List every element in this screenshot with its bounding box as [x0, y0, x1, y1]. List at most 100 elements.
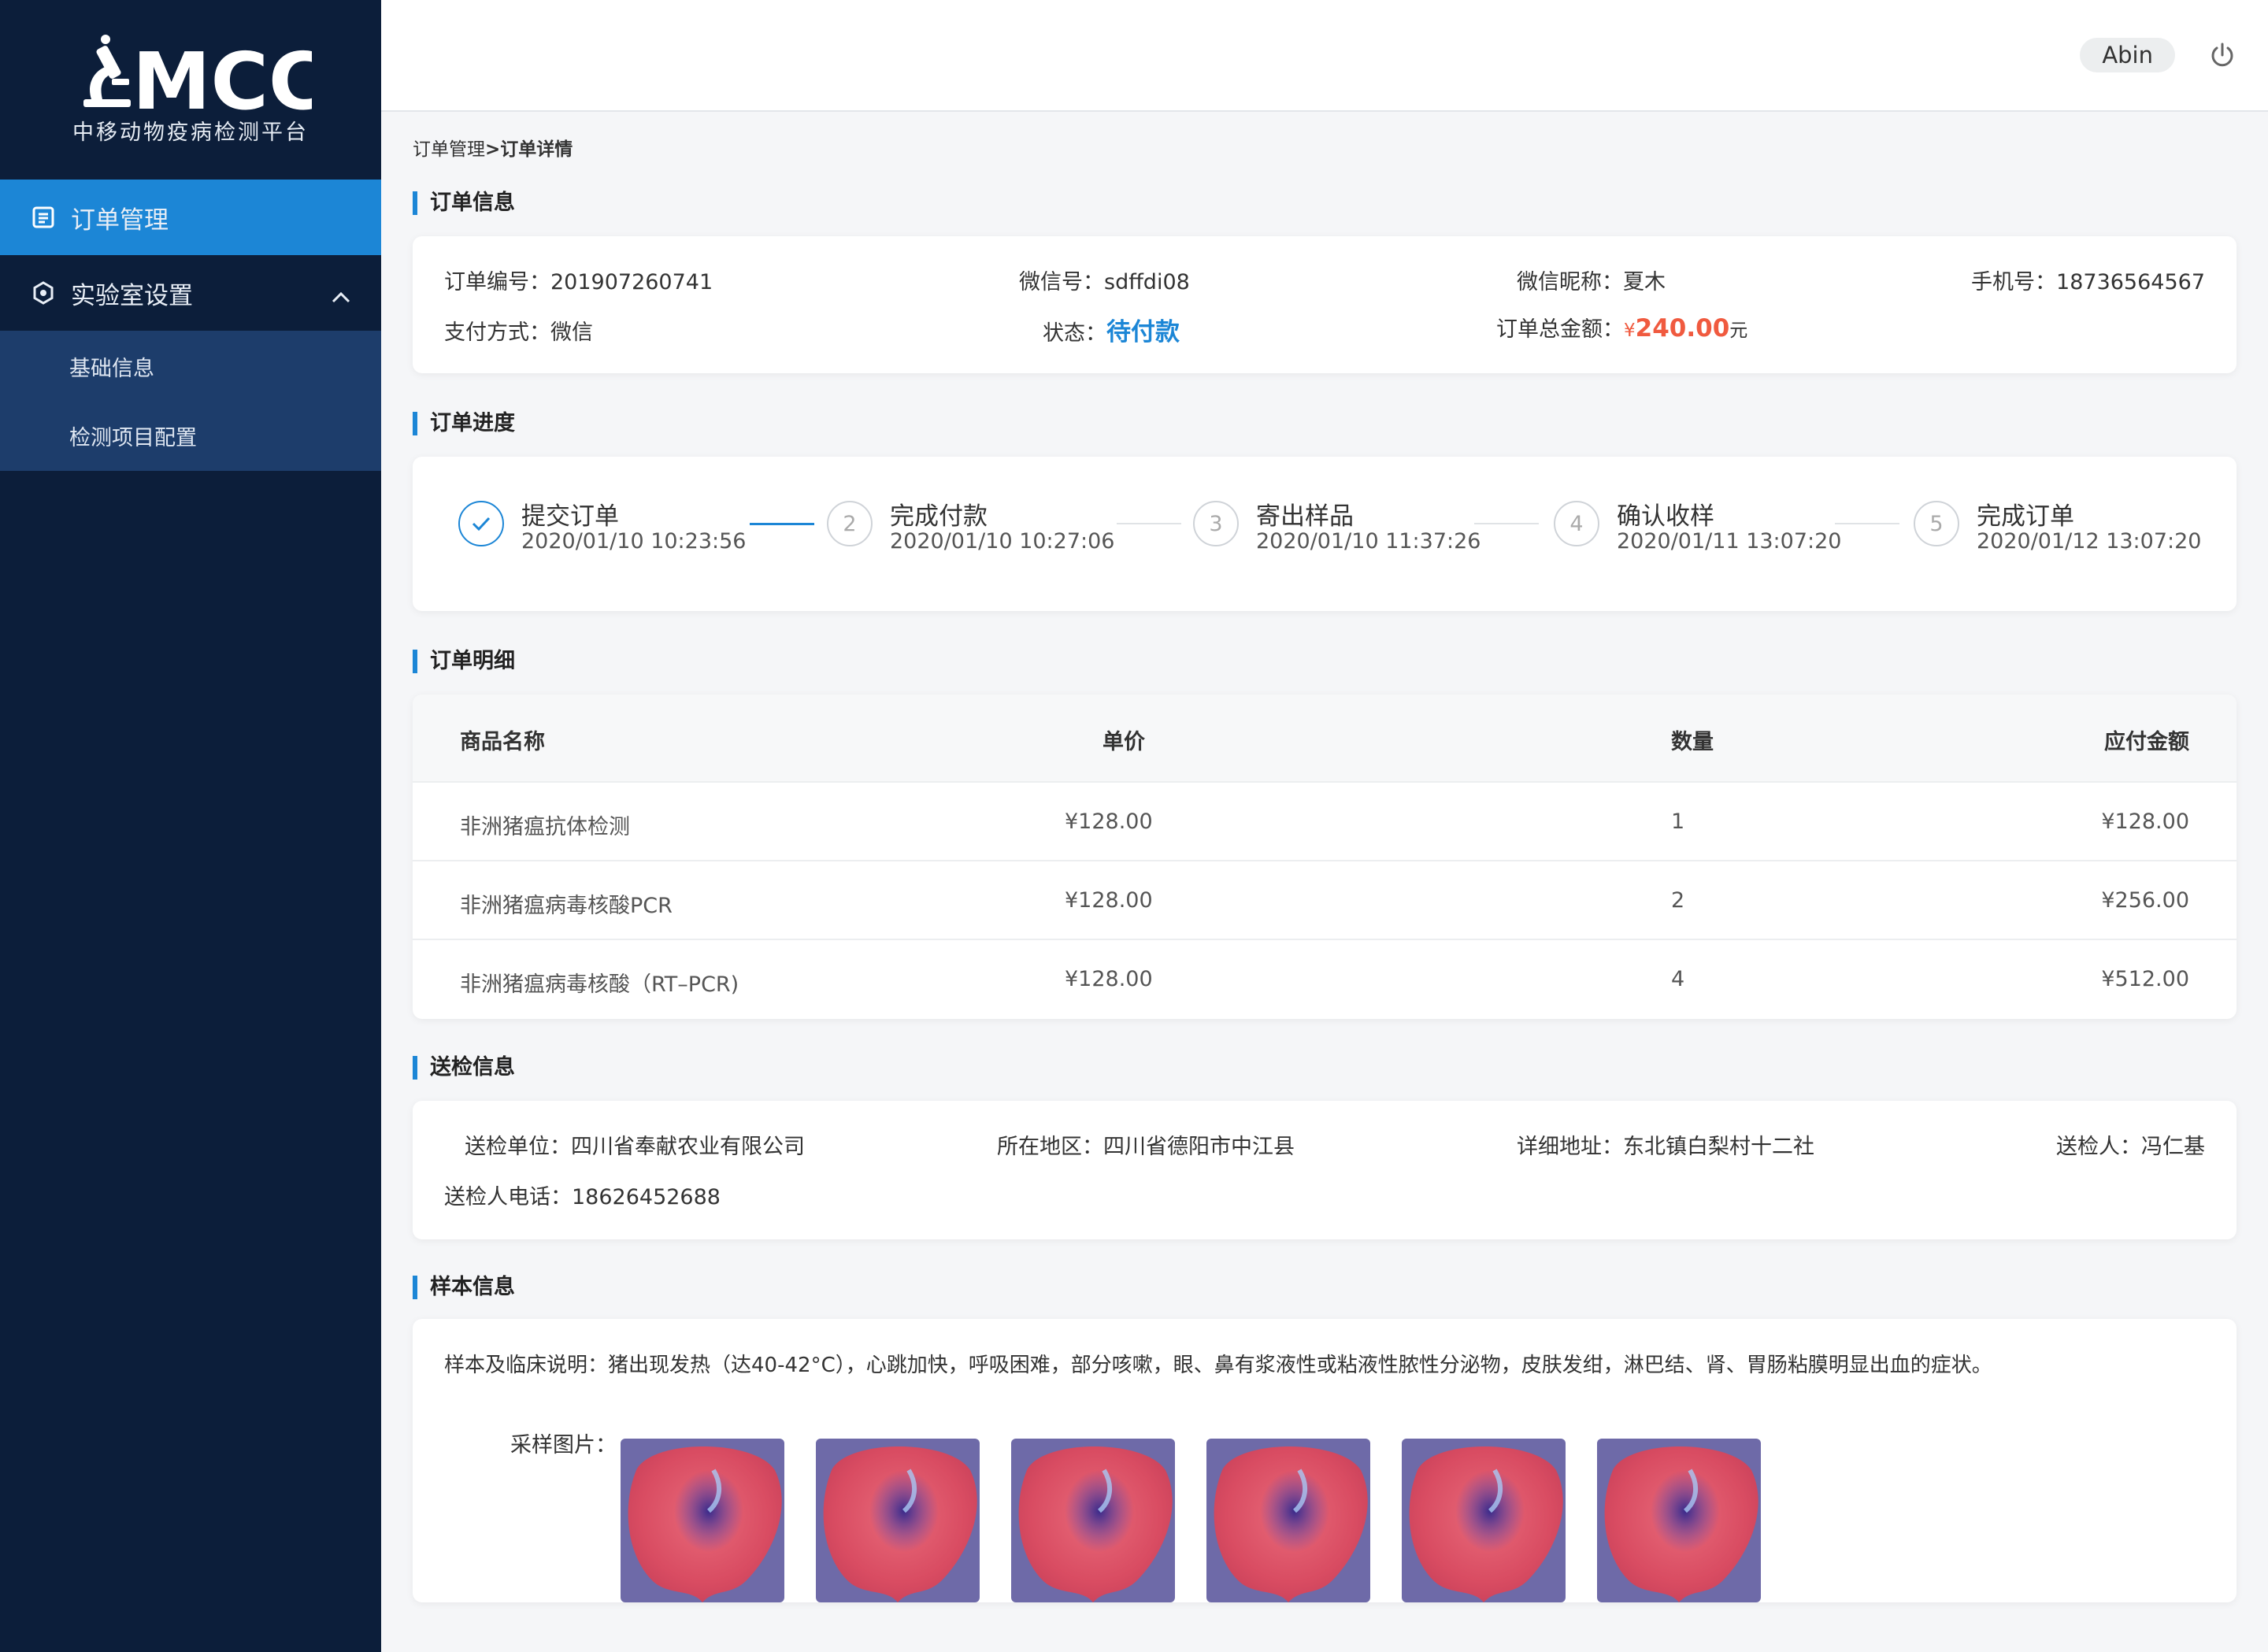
- cell-qty: 1: [1671, 809, 1685, 834]
- check-icon: [458, 501, 504, 546]
- order-no-label: 订单编号：: [444, 270, 550, 294]
- total-unit: 元: [1729, 320, 1748, 341]
- sidebar-item-orders[interactable]: 订单管理: [0, 180, 381, 255]
- table-row: 非洲猪瘟病毒核酸（RT–PCR) ¥128.00 4 ¥512.00: [413, 939, 2236, 1019]
- microscope-logo-icon: MCC: [83, 35, 312, 117]
- step-time: 2020/01/10 11:37:26: [1256, 529, 1481, 554]
- step-connector: [1117, 523, 1181, 524]
- step-number: 2: [827, 501, 873, 546]
- total-label: 订单总金额：: [1496, 317, 1624, 342]
- cell-amount: ¥512.00: [2101, 967, 2189, 991]
- payment-field: 支付方式：微信: [444, 315, 593, 346]
- logo: MCC 中移动物疫病检测平台: [0, 0, 381, 180]
- sample-image[interactable]: [1206, 1439, 1370, 1602]
- chevron-up-icon: [331, 283, 351, 312]
- sample-info-card: 样本及临床说明：猪出现发热（达40-42°C），心跳加快，呼吸困难，部分咳嗽，眼…: [413, 1319, 2236, 1602]
- step-time: 2020/01/10 10:27:06: [890, 529, 1115, 554]
- phone-value: 18736564567: [2056, 270, 2205, 294]
- sample-image[interactable]: [621, 1439, 784, 1602]
- sender-address-value: 东北镇白梨村十二社: [1623, 1135, 1814, 1159]
- top-header: Abin: [381, 0, 2268, 112]
- total-currency: ¥: [1624, 320, 1636, 341]
- breadcrumb-current: 订单详情: [500, 139, 573, 160]
- sidebar-subitem-test-config[interactable]: 检测项目配置: [69, 420, 197, 451]
- sidebar-submenu: 基础信息 检测项目配置: [0, 331, 381, 471]
- sidebar: MCC 中移动物疫病检测平台 订单管理 实验室设置 基础信息 检测项目配置: [0, 0, 381, 1652]
- sender-address-field: 详细地址：东北镇白梨村十二社: [1517, 1129, 1814, 1160]
- power-icon[interactable]: [2208, 41, 2236, 69]
- sample-image[interactable]: [1402, 1439, 1566, 1602]
- nickname-field: 微信昵称：夏木: [1517, 265, 1666, 295]
- cell-amount: ¥256.00: [2101, 888, 2189, 913]
- step-connector: [750, 523, 814, 525]
- step-number: 3: [1193, 501, 1239, 546]
- sender-region-label: 所在地区：: [997, 1135, 1103, 1159]
- section-title-sender: 送检信息: [413, 1056, 515, 1080]
- logo-subtitle: 中移动物疫病检测平台: [72, 120, 309, 145]
- phone-field: 手机号：18736564567: [1971, 265, 2205, 295]
- breadcrumb-separator: >: [485, 139, 501, 160]
- sender-person-field: 送检人：冯仁基: [2056, 1129, 2205, 1160]
- cell-name: 非洲猪瘟抗体检测: [460, 815, 630, 839]
- step-number: 5: [1914, 501, 1959, 546]
- sender-unit-value: 四川省奉献农业有限公司: [571, 1135, 805, 1159]
- col-header-amount: 应付金额: [2104, 730, 2189, 754]
- sample-image[interactable]: [1597, 1439, 1761, 1602]
- sample-desc-label: 样本及临床说明：: [444, 1354, 609, 1377]
- cell-amount: ¥128.00: [2101, 809, 2189, 834]
- phone-label: 手机号：: [1971, 270, 2057, 294]
- sender-region-field: 所在地区：四川省德阳市中江县: [997, 1129, 1295, 1160]
- step-time: 2020/01/10 10:23:56: [521, 529, 747, 554]
- cell-price: ¥128.00: [1065, 967, 1153, 991]
- status-field: 状态：待付款: [1043, 312, 1180, 347]
- section-title-sample: 样本信息: [413, 1276, 515, 1299]
- cell-price: ¥128.00: [1065, 888, 1153, 913]
- wechat-label: 微信号：: [1019, 270, 1104, 294]
- step-number: 4: [1554, 501, 1599, 546]
- order-info-card: 订单编号：201907260741 微信号：sdffdi08 微信昵称：夏木 手…: [413, 236, 2236, 373]
- sample-images-label: 采样图片：: [510, 1433, 617, 1458]
- step-connector: [1835, 523, 1899, 524]
- table-header: 商品名称 单价 数量 应付金额: [413, 695, 2236, 781]
- step-title: 提交订单: [521, 502, 619, 531]
- sender-unit-label: 送检单位：: [465, 1135, 571, 1159]
- step-title: 完成订单: [1977, 502, 2074, 531]
- sidebar-subitem-basic-info[interactable]: 基础信息: [69, 351, 154, 382]
- order-no-value: 201907260741: [550, 270, 713, 294]
- logo-wordmark: MCC: [132, 35, 312, 117]
- sample-image[interactable]: [1011, 1439, 1175, 1602]
- section-title-progress: 订单进度: [413, 412, 515, 435]
- payment-value: 微信: [550, 320, 593, 345]
- step-title: 确认收样: [1617, 502, 1714, 531]
- progress-card: 提交订单 2020/01/10 10:23:56 2 完成付款 2020/01/…: [413, 457, 2236, 611]
- col-header-name: 商品名称: [460, 730, 545, 754]
- cell-qty: 4: [1671, 967, 1685, 991]
- total-amount: 240.00: [1635, 314, 1730, 343]
- sender-phone-field: 送检人电话：18626452688: [444, 1180, 721, 1210]
- status-badge: 待付款: [1106, 318, 1180, 346]
- total-field: 订单总金额：¥240.00元: [1496, 312, 1747, 343]
- wechat-value: sdffdi08: [1104, 270, 1190, 294]
- sample-desc-field: 样本及临床说明：猪出现发热（达40-42°C），心跳加快，呼吸困难，部分咳嗽，眼…: [444, 1349, 1992, 1378]
- step-time: 2020/01/11 13:07:20: [1617, 529, 1842, 554]
- order-details-table: 商品名称 单价 数量 应付金额 非洲猪瘟抗体检测 ¥128.00 1 ¥128.…: [413, 695, 2236, 1019]
- user-name-badge[interactable]: Abin: [2080, 38, 2175, 72]
- cell-price: ¥128.00: [1065, 809, 1153, 834]
- step-title: 完成付款: [890, 502, 988, 531]
- table-row: 非洲猪瘟病毒核酸PCR ¥128.00 2 ¥256.00: [413, 860, 2236, 940]
- cell-name: 非洲猪瘟病毒核酸（RT–PCR): [460, 972, 739, 997]
- breadcrumb: 订单管理>订单详情: [413, 134, 573, 161]
- payment-label: 支付方式：: [444, 320, 550, 345]
- step-title: 寄出样品: [1256, 502, 1354, 531]
- sender-unit-field: 送检单位：四川省奉献农业有限公司: [465, 1129, 805, 1160]
- sample-image[interactable]: [816, 1439, 980, 1602]
- breadcrumb-parent[interactable]: 订单管理: [413, 139, 485, 160]
- col-header-price: 单价: [1102, 730, 1145, 754]
- sender-person-label: 送检人：: [2056, 1135, 2141, 1159]
- sidebar-item-label: 订单管理: [71, 206, 169, 235]
- sender-person-value: 冯仁基: [2141, 1135, 2205, 1159]
- wechat-field: 微信号：sdffdi08: [1019, 265, 1190, 295]
- sidebar-item-lab-settings[interactable]: 实验室设置: [0, 255, 381, 331]
- step-connector: [1474, 523, 1539, 524]
- section-title-order-info: 订单信息: [413, 191, 515, 215]
